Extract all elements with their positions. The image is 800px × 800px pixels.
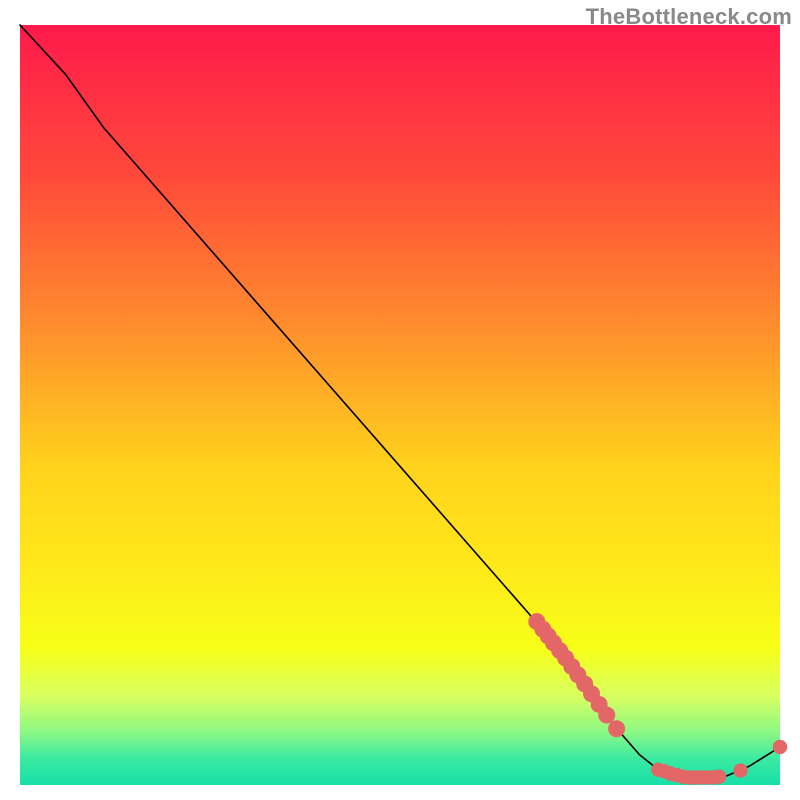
- chart-background: [20, 25, 780, 785]
- data-point: [733, 763, 747, 777]
- data-point: [773, 740, 787, 754]
- watermark-label: TheBottleneck.com: [586, 4, 792, 30]
- data-point: [598, 707, 615, 724]
- data-point: [608, 720, 625, 737]
- data-point: [712, 769, 726, 783]
- bottleneck-chart: [0, 0, 800, 800]
